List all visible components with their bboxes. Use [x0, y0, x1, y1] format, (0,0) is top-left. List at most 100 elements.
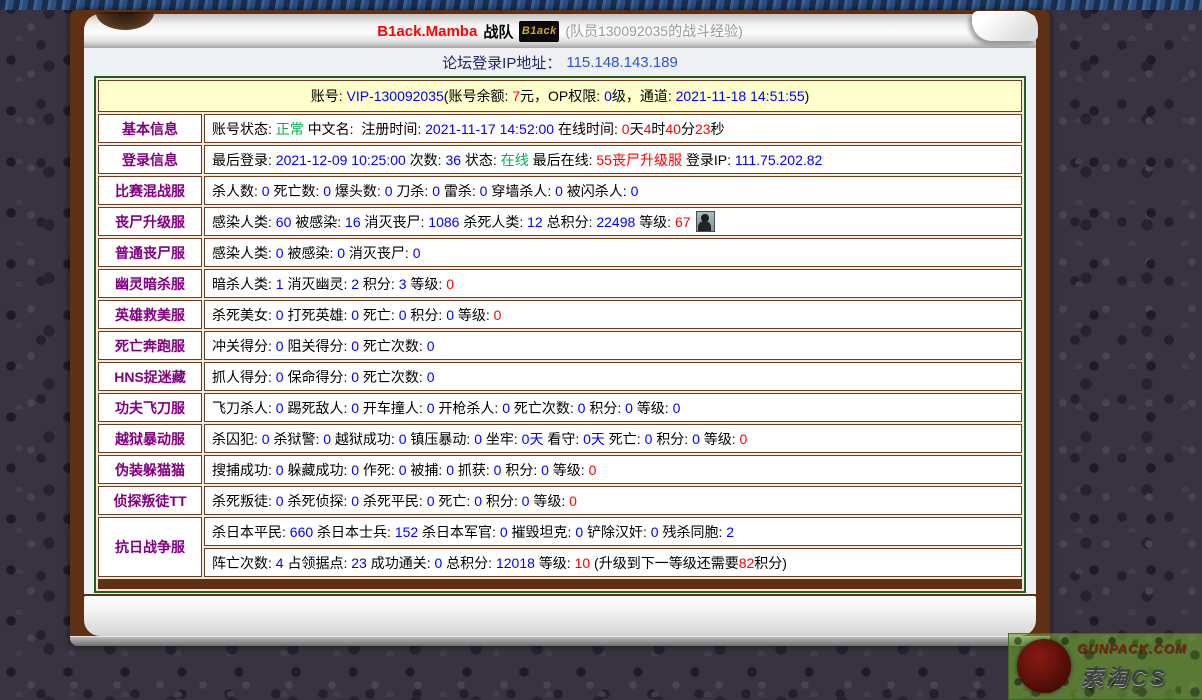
stat-text: 0	[426, 492, 435, 509]
stat-text: 积分:	[501, 461, 542, 478]
stat-text: 级，通道:	[611, 88, 676, 104]
stat-text: 0	[604, 88, 612, 104]
stat-text: 660	[289, 523, 314, 540]
stat-text: 0	[575, 523, 584, 540]
stat-text: 0	[446, 275, 454, 292]
stat-text: 0	[739, 430, 748, 447]
stat-text: 踢死敌人:	[283, 399, 352, 416]
stat-text: 0	[644, 430, 653, 447]
stat-text: 0	[351, 492, 360, 509]
stat-text: 打死英雄:	[283, 306, 352, 323]
stat-text: 镇压暴动:	[406, 430, 475, 447]
stats-table: 账号: VIP-130092035 (账号余额: 7 元，OP权限: 0 级，通道: …	[94, 76, 1026, 593]
stat-text: 0	[398, 306, 407, 323]
stat-text: 死亡次数:	[509, 399, 578, 416]
stat-text: 0	[275, 461, 284, 478]
stat-text: 0	[692, 430, 700, 447]
stat-text: 被感染:	[283, 244, 338, 261]
stat-text: 2021-11-17 14:52:00	[425, 120, 555, 137]
stat-text: 0	[446, 306, 454, 323]
stat-text: 111.75.202.82	[734, 151, 823, 168]
table-row: 抗日战争服 杀日本平民: 660 杀日本士兵: 152 杀日本军官: 0 摧毁坦克…	[98, 517, 1022, 577]
stat-text: 0	[474, 492, 482, 509]
stat-text: 等级:	[548, 461, 589, 478]
row-label: 死亡奔跑服	[98, 331, 202, 360]
stat-text: 杀死平民:	[359, 492, 427, 509]
stats-rows: 基本信息 账号状态: 正常 中文名: 注册时间: 2021-11-17 14:52…	[98, 114, 1022, 577]
team-name-suffix: 战队	[483, 23, 514, 41]
stat-text: 杀人数:	[212, 182, 262, 199]
row-stats: 飞刀杀人: 0 踢死敌人: 0 开车撞人: 0 开枪杀人: 0 死亡次数: 0 …	[204, 393, 1022, 422]
row-label: 越狱暴动服	[98, 424, 202, 453]
stat-text: 飞刀杀人:	[212, 399, 276, 416]
stat-text: 0	[275, 244, 284, 261]
row-label: 功夫飞刀服	[98, 393, 202, 422]
stat-text: 越狱成功:	[331, 430, 399, 447]
watermark: GUNPACK.COM 索淘CS	[1008, 633, 1202, 700]
stat-text: 死亡:	[604, 430, 645, 447]
stat-text: 杀日本士兵:	[313, 523, 395, 540]
stat-text: 积分:	[406, 306, 447, 323]
stat-text: 开枪杀人:	[434, 399, 503, 416]
team-name: B1ack.Mamba	[377, 22, 478, 40]
account-banner: 账号: VIP-130092035 (账号余额: 7 元，OP权限: 0 级，通道: …	[98, 80, 1022, 112]
stat-text: 0	[569, 492, 577, 509]
stat-text: 感染人类:	[212, 213, 276, 230]
row-label: 基本信息	[98, 114, 202, 143]
stat-text: 搜捕成功:	[212, 461, 276, 478]
stat-text: 0	[555, 182, 563, 199]
stat-text: 0	[323, 182, 332, 199]
stat-text: 正常	[275, 120, 304, 137]
stat-text: 67	[674, 213, 691, 230]
stat-text: 抓人得分:	[212, 368, 276, 385]
stat-text: (升级到下一等级还需要	[590, 554, 739, 571]
stat-text: 死亡次数:	[359, 337, 427, 354]
stat-text: 0	[323, 430, 332, 447]
stat-text: )	[804, 88, 810, 104]
stat-text: 死亡:	[434, 492, 475, 509]
stat-text: 等级:	[632, 399, 673, 416]
row-stats: 最后登录: 2021-12-09 10:25:00 次数: 36 状态: 在线 …	[204, 145, 1022, 174]
stat-text: 0	[434, 554, 443, 571]
stat-text: 22498	[596, 213, 636, 230]
stat-text: 2021-12-09 10:25:00	[275, 151, 406, 168]
stat-text: 保命得分:	[283, 368, 352, 385]
table-row: 越狱暴动服 杀囚犯: 0 杀狱警: 0 越狱成功: 0 镇压暴动: 0 坐牢: 0…	[98, 424, 1022, 453]
stat-text: 最后登录:	[212, 151, 276, 168]
stat-text: 杀死侦探:	[283, 492, 352, 509]
row-label: 英雄救美服	[98, 300, 202, 329]
gunpack-logo-icon	[1017, 639, 1071, 693]
stat-text: 152	[394, 523, 419, 540]
stat-text: 冲关得分:	[212, 337, 276, 354]
stat-text: 元，OP权限:	[520, 88, 605, 104]
table-row: 普通丧尸服 感染人类: 0 被感染: 0 消灭丧尸: 0	[98, 238, 1022, 267]
stat-text: 杀日本平民:	[212, 523, 290, 540]
stat-text: 1	[275, 275, 284, 292]
stat-text: 爆头数:	[331, 182, 385, 199]
row-stats: 账号状态: 正常 中文名: 注册时间: 2021-11-17 14:52:00 …	[204, 114, 1022, 143]
stat-text: 积分:	[359, 275, 399, 292]
stat-text: 天	[629, 120, 644, 137]
stat-text: 摧毁坦克:	[507, 523, 576, 540]
stat-text: 被闪杀人:	[562, 182, 631, 199]
forum-ip-value: 115.148.143.189	[566, 53, 678, 71]
stat-text: 0	[474, 430, 482, 447]
stat-text: 7	[512, 88, 521, 104]
table-row: 基本信息 账号状态: 正常 中文名: 注册时间: 2021-11-17 14:52…	[98, 114, 1022, 143]
stat-text: 死亡:	[359, 306, 399, 323]
row-label: 丧尸升级服	[98, 207, 202, 236]
row-label: HNS捉迷藏	[98, 362, 202, 391]
header-banner: B1ack.Mamba 战队 B1ack (队员130092035的战斗经验)	[84, 11, 1038, 48]
row-stats: 抓人得分: 0 保命得分: 0 死亡次数: 0	[204, 362, 1022, 391]
table-row: 比赛混战服 杀人数: 0 死亡数: 0 爆头数: 0 刀杀: 0 雷杀: 0 穿墙…	[98, 176, 1022, 205]
stat-text: 账号:	[310, 88, 347, 104]
stat-text: 等级:	[529, 492, 570, 509]
stat-text: 0	[351, 306, 360, 323]
stat-text: 10	[574, 554, 591, 571]
row-stats: 感染人类: 60 被感染: 16 消灭丧尸: 1086 杀死人类: 12 总积分…	[204, 207, 1022, 236]
stat-text: 0	[412, 244, 421, 261]
stat-text: 1086	[428, 213, 460, 230]
stat-text: 2021-11-18 14:51:55	[675, 88, 805, 104]
stat-text: 总积分:	[442, 554, 496, 571]
stat-text: 0	[446, 461, 454, 478]
